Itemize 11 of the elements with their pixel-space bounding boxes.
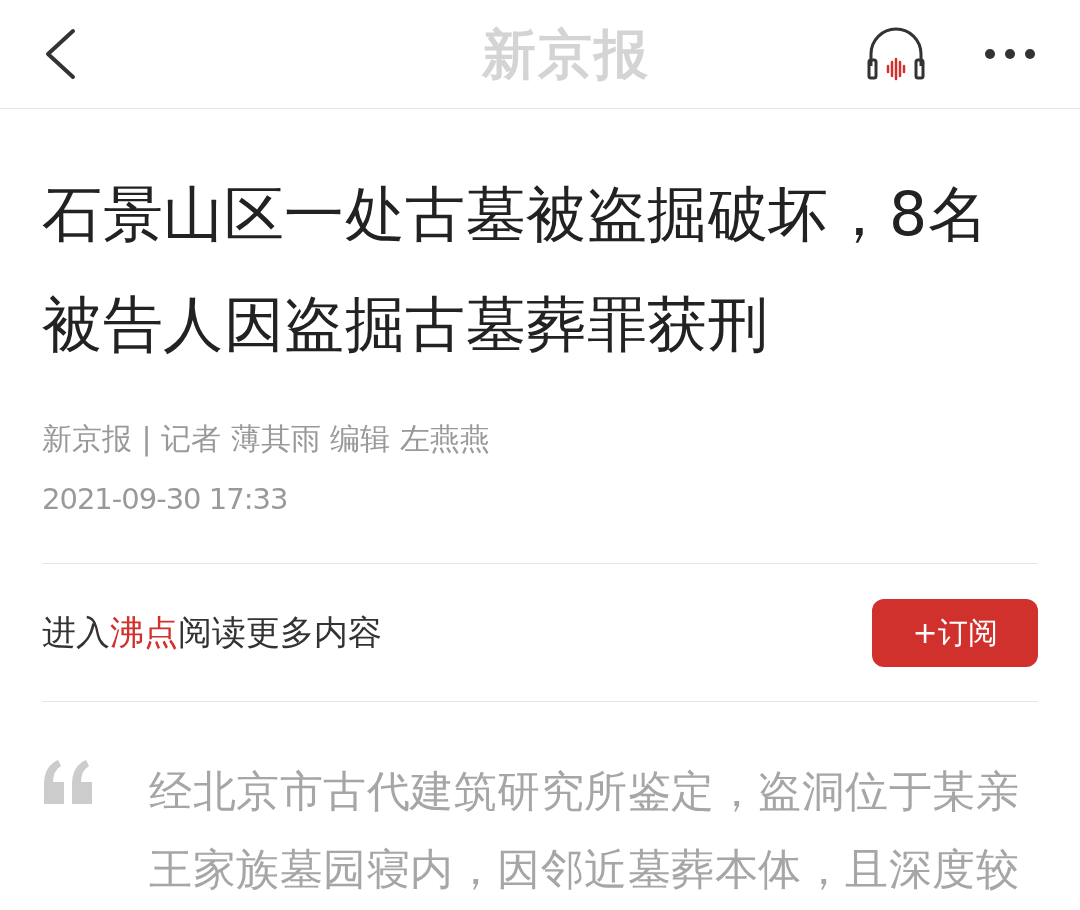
quote-icon <box>42 760 94 804</box>
back-icon[interactable] <box>44 28 76 80</box>
more-icon[interactable] <box>984 48 1036 60</box>
publish-date: 2021-09-30 17:33 <box>42 481 289 518</box>
promo-text: 进入沸点阅读更多内容 <box>42 611 382 654</box>
hot-topic-link[interactable]: 沸点 <box>110 612 178 652</box>
byline: 新京报 | 记者 薄其雨 编辑 左燕燕 <box>42 420 491 459</box>
subscribe-button[interactable]: +订阅 <box>872 598 1038 667</box>
article-title: 石景山区一处古墓被盗掘破坏，8名被告人因盗掘古墓葬罪获刑 <box>42 178 990 361</box>
quote-text: 经北京市古代建筑研究所鉴定，盗洞位于某亲王家族墓园寝内，因邻近墓葬本体，且深度较 <box>149 765 1020 896</box>
headphones-icon[interactable] <box>866 26 926 82</box>
